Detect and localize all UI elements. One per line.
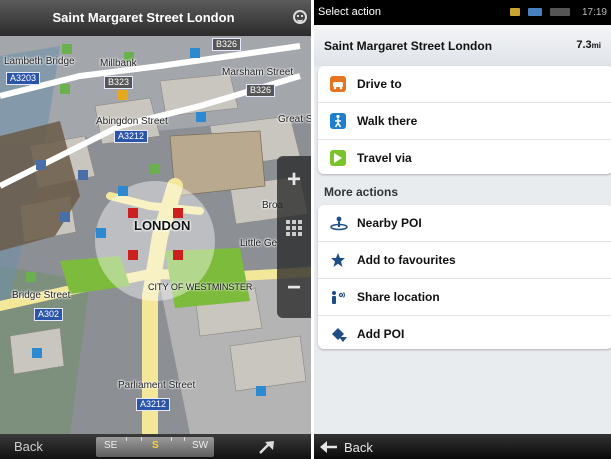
action-label: Nearby POI xyxy=(357,216,422,230)
street-label: Lambeth Bridge xyxy=(4,56,75,67)
action-label: Walk there xyxy=(357,114,418,128)
distance: 7.3mi xyxy=(576,39,601,51)
action-row-walk-there[interactable]: Walk there xyxy=(318,103,611,140)
map-canvas[interactable]: Lambeth Bridge A3203 Millbank B326 Marsh… xyxy=(0,36,311,434)
distance-unit: mi xyxy=(591,41,601,50)
street-label: Millbank xyxy=(100,58,137,69)
grid-icon[interactable] xyxy=(286,220,302,236)
waypoint-icon xyxy=(330,150,346,166)
road-shield: B326 xyxy=(246,84,276,97)
map-screen: Saint Margaret Street London Lambeth Bri… xyxy=(0,0,311,459)
road-shield: A3212 xyxy=(136,398,171,411)
action-row-nearby-poi[interactable]: Nearby POI xyxy=(318,205,611,242)
compass-sw: SW xyxy=(192,440,209,451)
action-label: Add to favourites xyxy=(357,253,456,267)
action-label: Add POI xyxy=(357,327,405,341)
smiley-icon[interactable] xyxy=(293,10,307,24)
action-screen: Select action 17:19 Saint Margaret Stree… xyxy=(314,0,611,459)
action-label: Drive to xyxy=(357,77,402,91)
map-bottom-bar: Back SE S SW xyxy=(0,434,311,459)
street-label: Abingdon Street xyxy=(96,116,168,127)
screenshot-root: Saint Margaret Street London Lambeth Bri… xyxy=(0,0,611,459)
gps-icon xyxy=(528,8,542,16)
road-shield: B323 xyxy=(104,76,134,89)
status-bar: Select action 17:19 xyxy=(314,0,611,25)
action-row-add-poi[interactable]: Add POI xyxy=(318,316,611,349)
road-shield: A3203 xyxy=(6,72,41,85)
location-header: Saint Margaret Street London 7.3mi xyxy=(314,25,611,66)
map-back-button[interactable]: Back xyxy=(14,439,43,454)
street-label: Little Ge xyxy=(240,238,278,249)
zoom-panel: + − xyxy=(277,156,311,318)
map-title: Saint Margaret Street London xyxy=(52,10,235,25)
more-actions-card: Nearby POI Add to favourites Share locat… xyxy=(318,205,611,349)
city-label: LONDON xyxy=(134,218,191,233)
status-time: 17:19 xyxy=(581,7,607,18)
car-icon xyxy=(330,76,346,92)
district-label: CITY OF WESTMINSTER xyxy=(148,282,253,292)
nearby-poi-icon xyxy=(330,215,348,231)
primary-actions-card: Drive to Walk there Travel via xyxy=(318,66,611,174)
map-title-bar: Saint Margaret Street London xyxy=(0,0,311,36)
back-arrow-icon[interactable] xyxy=(320,441,338,453)
battery-icon xyxy=(510,8,520,16)
zoom-in-button[interactable]: + xyxy=(277,166,311,194)
compass-se: SE xyxy=(104,440,118,451)
street-label: Parliament Street xyxy=(118,380,196,391)
more-actions-title: More actions xyxy=(324,185,399,199)
action-bottom-bar: Back xyxy=(314,434,611,459)
action-row-travel-via[interactable]: Travel via xyxy=(318,140,611,174)
action-row-share-location[interactable]: Share location xyxy=(318,279,611,316)
road-shield: A302 xyxy=(34,308,64,321)
street-label: Marsham Street xyxy=(222,67,294,78)
action-label: Share location xyxy=(357,290,440,304)
status-title: Select action xyxy=(318,6,381,18)
star-icon xyxy=(330,252,346,268)
location-name: Saint Margaret Street London xyxy=(324,39,493,53)
add-poi-icon xyxy=(330,326,347,342)
road-shield: B326 xyxy=(212,38,242,51)
zoom-out-button[interactable]: − xyxy=(277,274,311,302)
signal-icon xyxy=(550,8,570,16)
share-location-icon xyxy=(330,289,346,305)
pedestrian-icon xyxy=(330,113,346,129)
compass-s: S xyxy=(152,440,159,451)
action-row-drive-to[interactable]: Drive to xyxy=(318,66,611,103)
action-back-button[interactable]: Back xyxy=(344,440,373,455)
street-label: Great S xyxy=(278,114,311,125)
street-label: Bridge Street xyxy=(12,290,71,301)
compass-strip: SE S SW xyxy=(96,437,214,457)
turn-arrow-icon[interactable] xyxy=(259,440,275,454)
action-label: Travel via xyxy=(357,151,412,165)
action-row-add-to-favourites[interactable]: Add to favourites xyxy=(318,242,611,279)
road-shield: A3212 xyxy=(114,130,149,143)
distance-value: 7.3 xyxy=(576,39,592,51)
